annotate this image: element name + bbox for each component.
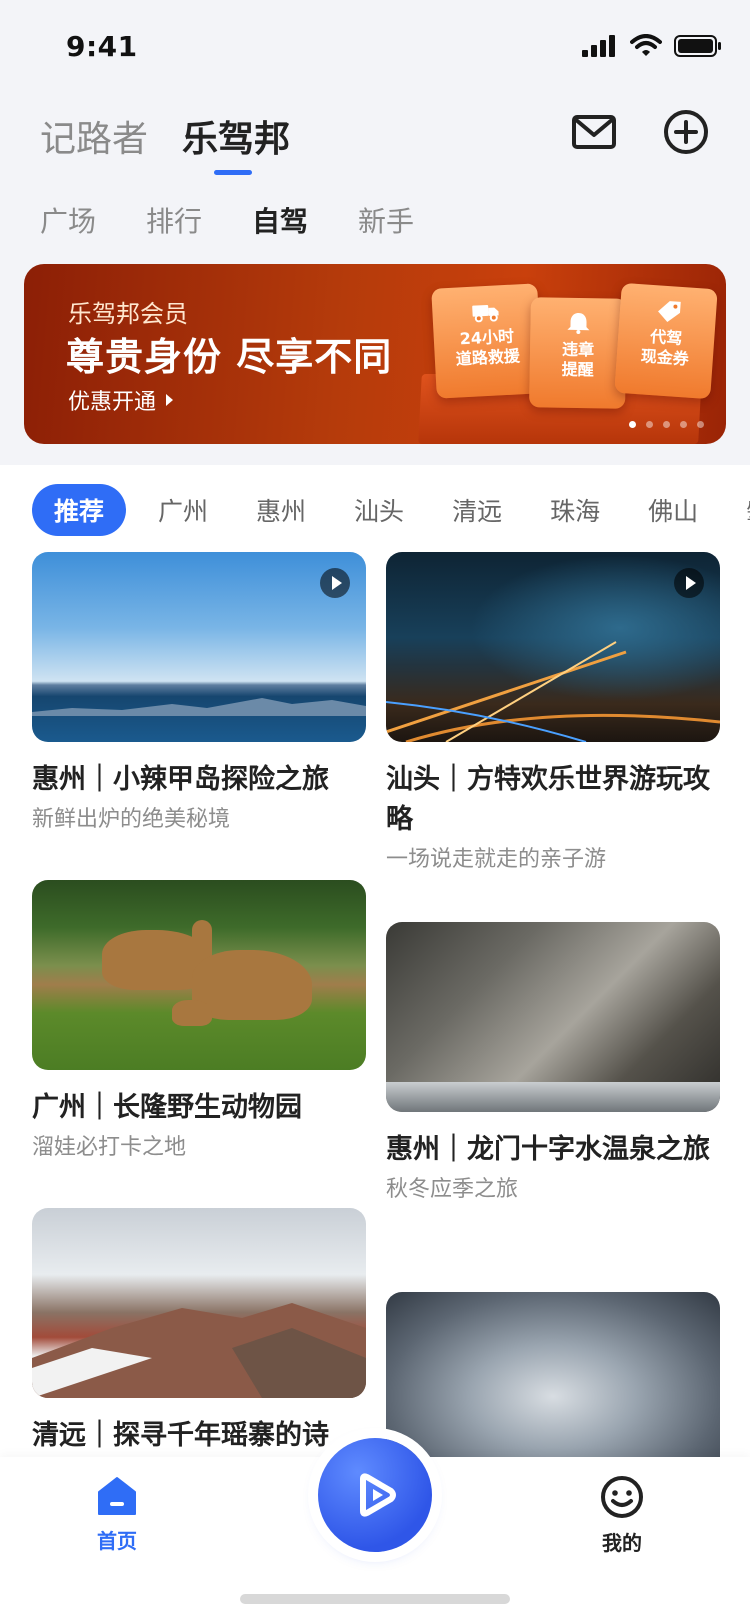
truck-icon xyxy=(472,304,499,323)
pagination-dot xyxy=(646,421,653,428)
sub-tab-zijia[interactable]: 自驾 xyxy=(252,200,308,240)
list-item[interactable]: 清远｜探寻千年瑶寨的诗 xyxy=(32,1208,366,1456)
list-item[interactable]: 广州｜长隆野生动物园 溜娃必打卡之地 xyxy=(32,880,366,1164)
card-image xyxy=(32,880,366,1070)
card-image xyxy=(386,552,720,742)
play-icon xyxy=(320,568,350,598)
city-chip-guangzhou[interactable]: 广州 xyxy=(158,492,208,528)
bell-icon xyxy=(567,313,590,335)
sub-tab-paihang[interactable]: 排行 xyxy=(146,200,202,240)
list-item[interactable]: 惠州｜小辣甲岛探险之旅 新鲜出炉的绝美秘境 xyxy=(32,552,366,836)
card-image xyxy=(386,1292,720,1482)
card-title: 惠州｜龙门十字水温泉之旅 xyxy=(386,1134,710,1165)
card-image xyxy=(32,1208,366,1398)
mountain-silhouette-image xyxy=(32,698,366,716)
card-image xyxy=(32,552,366,742)
sub-tab-guangchang[interactable]: 广场 xyxy=(40,200,96,240)
city-chip-qingyuan[interactable]: 清远 xyxy=(452,492,502,528)
city-chip-zhuhai[interactable]: 珠海 xyxy=(550,492,600,528)
smiley-icon xyxy=(601,1476,643,1518)
pagination-dot xyxy=(663,421,670,428)
card-subtitle: 一场说走就走的亲子游 xyxy=(386,847,607,872)
nav-home[interactable]: 首页 xyxy=(96,1475,138,1554)
nav-me[interactable]: 我的 xyxy=(600,1475,644,1556)
header-active-indicator xyxy=(214,170,252,175)
coupon-road-rescue: 24小时 道路救援 xyxy=(431,283,543,399)
coupon-designated-driver: 代驾 现金券 xyxy=(614,282,718,400)
mountain-range-image xyxy=(32,1303,366,1398)
pagination-dot xyxy=(697,421,704,428)
card-title: 汕头｜方特欢乐世界游玩攻略 xyxy=(386,764,710,835)
add-circle-icon[interactable] xyxy=(662,108,710,156)
card-image xyxy=(386,922,720,1112)
list-item[interactable] xyxy=(386,1292,720,1482)
city-filter-bar: 推荐 广州 惠州 汕头 清远 珠海 佛山 肇 xyxy=(32,484,750,536)
pagination-dot-active xyxy=(629,421,636,428)
city-chip-recommend[interactable]: 推荐 xyxy=(32,484,127,536)
banner-cta-label: 优惠开通 xyxy=(68,390,157,415)
city-chip-zhaoqing[interactable]: 肇 xyxy=(746,492,750,528)
card-title: 清远｜探寻千年瑶寨的诗 xyxy=(32,1420,329,1451)
coupon-line1: 代驾 xyxy=(649,326,683,349)
city-chip-huizhou[interactable]: 惠州 xyxy=(256,492,306,528)
list-item[interactable]: 汕头｜方特欢乐世界游玩攻略 一场说走就走的亲子游 xyxy=(386,552,720,876)
status-bar: 9:41 xyxy=(0,0,750,90)
play-icon xyxy=(674,568,704,598)
header-tab-jiluzhe[interactable]: 记路者 xyxy=(40,110,148,162)
header-tab-lejiabang[interactable]: 乐驾邦 xyxy=(182,110,290,162)
play-logo-icon xyxy=(360,1473,396,1517)
card-subtitle: 溜娃必打卡之地 xyxy=(32,1135,187,1160)
water-image xyxy=(386,1082,720,1112)
tag-icon xyxy=(658,301,681,323)
wifi-icon xyxy=(630,34,662,56)
highway-lights-image xyxy=(386,641,720,742)
nav-home-label: 首页 xyxy=(97,1529,137,1553)
banner-pagination xyxy=(629,421,704,428)
nav-me-label: 我的 xyxy=(602,1531,642,1555)
sub-tab-xinshou[interactable]: 新手 xyxy=(358,200,414,240)
mail-icon[interactable] xyxy=(570,108,618,156)
coupon-line2: 提醒 xyxy=(561,359,594,380)
banner-subtitle: 乐驾邦会员 xyxy=(68,300,188,328)
city-chip-foshan[interactable]: 佛山 xyxy=(648,492,698,528)
camel-head-image xyxy=(172,1000,212,1026)
banner-cta-button[interactable]: 优惠开通 xyxy=(68,384,174,416)
status-time: 9:41 xyxy=(66,30,138,63)
signal-icon xyxy=(582,35,615,57)
city-chip-shantou[interactable]: 汕头 xyxy=(354,492,404,528)
home-indicator xyxy=(240,1594,510,1604)
banner-title: 尊贵身份 尽享不同 xyxy=(66,335,393,379)
coupon-violation-reminder: 违章 提醒 xyxy=(529,297,627,409)
battery-icon xyxy=(674,35,721,57)
coupon-line2: 道路救援 xyxy=(455,346,521,369)
status-icons xyxy=(582,34,722,58)
coupon-line2: 现金券 xyxy=(640,346,690,369)
card-title: 惠州｜小辣甲岛探险之旅 xyxy=(32,764,329,795)
sub-tabs: 广场 排行 自驾 新手 xyxy=(40,200,414,240)
card-subtitle: 新鲜出炉的绝美秘境 xyxy=(32,807,231,832)
card-subtitle: 秋冬应季之旅 xyxy=(386,1177,519,1202)
list-item[interactable]: 惠州｜龙门十字水温泉之旅 秋冬应季之旅 xyxy=(386,922,720,1206)
center-play-button[interactable] xyxy=(318,1438,432,1552)
membership-banner[interactable]: 乐驾邦会员 尊贵身份 尽享不同 优惠开通 24小时 道路救援 违章 提醒 代驾 … xyxy=(24,264,726,444)
card-title: 广州｜长隆野生动物园 xyxy=(32,1092,302,1123)
chevron-right-icon xyxy=(166,394,174,406)
home-icon xyxy=(98,1477,136,1515)
pagination-dot xyxy=(680,421,687,428)
coupon-line1: 违章 xyxy=(561,339,595,360)
